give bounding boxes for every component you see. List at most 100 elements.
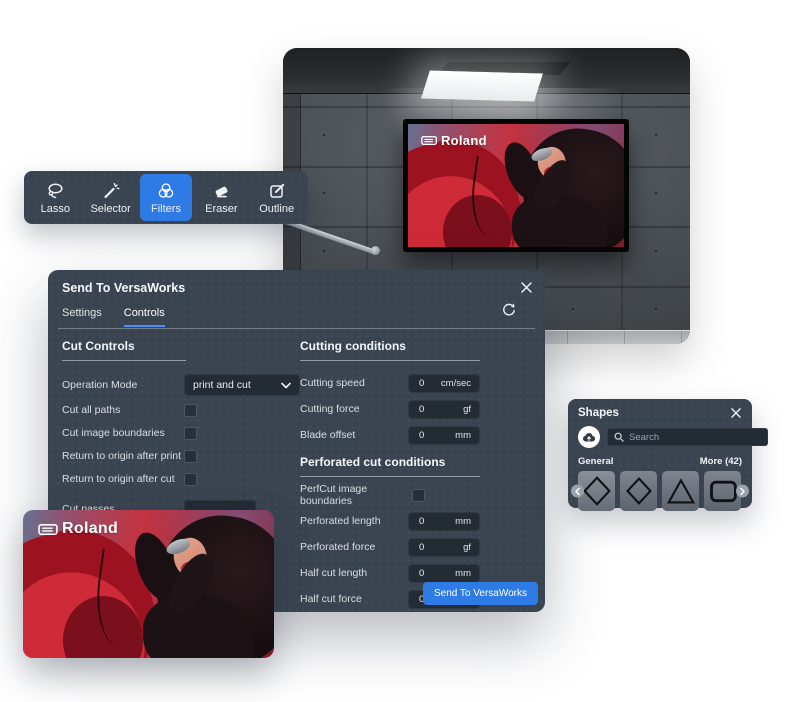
shape-tile-diamond-2[interactable]: [620, 471, 657, 511]
checkbox-row: Return to origin after cut: [62, 469, 300, 489]
section-heading: Perforated cut conditions: [300, 455, 480, 469]
field-value: 0: [419, 378, 424, 389]
field-label: Operation Mode: [62, 379, 184, 391]
scroll-right-button[interactable]: [736, 485, 749, 498]
field-value: 0: [419, 516, 424, 527]
chevron-right-icon: [739, 487, 746, 495]
dialog-tabs: Settings Controls: [62, 307, 165, 327]
tool-label: Eraser: [205, 203, 237, 215]
tool-filters[interactable]: Filters: [140, 174, 192, 221]
rounded-square-shape-icon: [708, 475, 738, 507]
unit-field-row: Cutting speed 0 cm/sec: [300, 373, 480, 393]
field-unit: mm: [455, 430, 471, 441]
section-heading: Cut Controls: [62, 339, 300, 353]
field-label: PerfCut image boundaries: [300, 483, 412, 507]
brand-text: Roland: [441, 133, 487, 148]
dialog-title: Send To VersaWorks: [62, 281, 185, 295]
roland-display-glyph-icon: [38, 523, 59, 536]
half-cut-length-input[interactable]: 0 mm: [408, 564, 480, 583]
perforated-length-input[interactable]: 0 mm: [408, 512, 480, 531]
page: Roland Lasso Selector: [0, 0, 800, 702]
section-rule: [300, 476, 480, 477]
field-unit: gf: [463, 542, 471, 553]
operation-mode-dropdown[interactable]: print and cut: [184, 374, 300, 396]
category-label: General: [578, 456, 613, 467]
singer-artwork: Roland: [408, 124, 624, 247]
unit-field-row: Perforated length 0 mm: [300, 511, 480, 531]
field-value: 0: [419, 542, 424, 553]
checkbox-row: Cut all paths: [62, 400, 300, 420]
tool-lasso[interactable]: Lasso: [29, 174, 81, 221]
field-label: Cutting force: [300, 403, 408, 415]
shape-tile-triangle[interactable]: [662, 471, 699, 511]
tools-toolbar: Lasso Selector Filters Eraser: [24, 171, 308, 224]
tool-selector[interactable]: Selector: [85, 174, 137, 221]
cutting-speed-input[interactable]: 0 cm/sec: [408, 374, 480, 393]
tool-outline[interactable]: Outline: [251, 174, 303, 221]
tool-eraser[interactable]: Eraser: [195, 174, 247, 221]
section-rule: [300, 360, 480, 361]
close-icon[interactable]: [728, 405, 744, 421]
checkbox-cut-image-boundaries[interactable]: [184, 427, 197, 440]
eraser-icon: [211, 181, 231, 201]
field-label: Half cut length: [300, 567, 408, 579]
field-unit: mm: [455, 516, 471, 527]
field-label: Perforated force: [300, 541, 408, 553]
refresh-icon[interactable]: [501, 302, 517, 318]
upload-shape-button[interactable]: [578, 426, 600, 448]
checkbox-cut-all-paths[interactable]: [184, 404, 197, 417]
scroll-left-button[interactable]: [571, 485, 584, 498]
display-screen: Roland: [408, 124, 624, 247]
shapes-title: Shapes: [578, 407, 742, 419]
tool-label: Selector: [90, 203, 130, 215]
close-icon[interactable]: [517, 278, 535, 296]
field-label: Cut all paths: [62, 404, 184, 416]
roland-display-glyph-icon: [421, 135, 438, 146]
section-rule: [62, 360, 186, 361]
blade-offset-input[interactable]: 0 mm: [408, 426, 480, 445]
checkbox-perfcut-image-boundaries[interactable]: [412, 489, 425, 502]
tool-label: Lasso: [41, 203, 70, 215]
roland-logo: Roland: [421, 133, 487, 148]
field-label: Perforated length: [300, 515, 408, 527]
field-label: Return to origin after cut: [62, 473, 184, 485]
checkbox-row: Cut image boundaries: [62, 423, 300, 443]
cutting-force-input[interactable]: 0 gf: [408, 400, 480, 419]
field-value: 0: [419, 430, 424, 441]
diamond-shape-icon: [582, 475, 612, 507]
field-value: 0: [419, 404, 424, 415]
send-to-versaworks-button[interactable]: Send To VersaWorks: [423, 582, 538, 605]
shape-tiles: [578, 471, 742, 511]
unit-field-row: Half cut length 0 mm: [300, 563, 480, 583]
diamond-shape-icon: [624, 475, 654, 507]
divider: [58, 328, 535, 329]
field-label: Half cut force: [300, 593, 408, 605]
shapes-panel: Shapes General: [568, 399, 752, 508]
lasso-icon: [45, 181, 65, 201]
checkbox-row: Return to origin after print: [62, 446, 300, 466]
field-unit: cm/sec: [441, 378, 471, 389]
checkbox-row: PerfCut image boundaries: [300, 485, 480, 505]
checkbox-return-origin-print[interactable]: [184, 450, 197, 463]
field-unit: mm: [455, 568, 471, 579]
perforated-force-input[interactable]: 0 gf: [408, 538, 480, 557]
field-label: Return to origin after print: [62, 450, 184, 462]
wall-mounted-display: Roland: [403, 119, 629, 252]
dropdown-value: print and cut: [193, 379, 281, 391]
magic-wand-icon: [101, 181, 121, 201]
triangle-shape-icon: [666, 475, 696, 507]
field-label: Cutting speed: [300, 377, 408, 389]
shapes-search[interactable]: [607, 428, 768, 446]
chevron-left-icon: [574, 487, 581, 495]
tab-controls[interactable]: Controls: [124, 307, 165, 327]
singer-artwork: Roland: [23, 510, 274, 658]
field-unit: gf: [463, 404, 471, 415]
field-label: Cut image boundaries: [62, 427, 184, 439]
unit-field-row: Cutting force 0 gf: [300, 399, 480, 419]
more-shapes-link[interactable]: More (42): [700, 456, 742, 467]
tool-label: Outline: [259, 203, 294, 215]
tab-settings[interactable]: Settings: [62, 307, 102, 327]
checkbox-return-origin-cut[interactable]: [184, 473, 197, 486]
field-value: 0: [419, 568, 424, 579]
search-input[interactable]: [629, 432, 761, 443]
